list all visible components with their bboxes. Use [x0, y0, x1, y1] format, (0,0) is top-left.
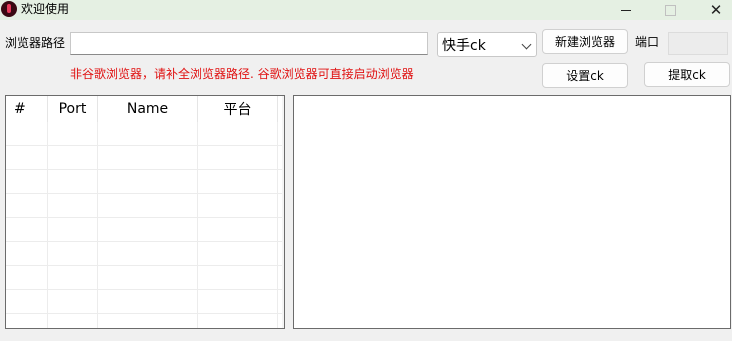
table-cell	[98, 266, 198, 290]
table-cell	[48, 314, 98, 328]
app-icon	[1, 1, 17, 17]
table-row[interactable]	[6, 290, 282, 314]
maximize-icon	[664, 4, 676, 16]
table-scrollbar[interactable]	[282, 96, 284, 328]
column-header-port[interactable]: Port	[48, 96, 98, 122]
table-row[interactable]	[6, 218, 282, 242]
window-title: 欢迎使用	[21, 2, 70, 16]
table-cell	[6, 170, 48, 194]
table-cell	[48, 146, 98, 170]
table-cell	[98, 242, 198, 266]
table-cell	[198, 314, 278, 328]
table-cell	[48, 194, 98, 218]
table-cell	[198, 218, 278, 242]
column-header-platform[interactable]: 平台	[198, 96, 278, 122]
table-cell	[6, 146, 48, 170]
table-cell	[6, 218, 48, 242]
table-cell	[6, 266, 48, 290]
table-cell	[6, 242, 48, 266]
table-row[interactable]	[6, 266, 282, 290]
table-cell	[98, 218, 198, 242]
table-cell	[98, 170, 198, 194]
table-cell	[98, 146, 198, 170]
table-cell	[48, 266, 98, 290]
maximize-button[interactable]	[648, 0, 692, 20]
table-cell	[48, 290, 98, 314]
table-cell	[198, 266, 278, 290]
close-icon: ✕	[709, 0, 723, 19]
table-row[interactable]	[6, 314, 282, 328]
table-cell	[48, 242, 98, 266]
set-ck-button[interactable]: 设置ck	[542, 63, 628, 88]
column-header-name[interactable]: Name	[98, 96, 198, 122]
extract-ck-button[interactable]: 提取ck	[644, 62, 730, 87]
minimize-icon	[621, 9, 631, 11]
port-input[interactable]	[668, 32, 728, 55]
port-label: 端口	[635, 35, 660, 49]
table-cell	[198, 290, 278, 314]
table-cell	[6, 314, 48, 328]
table-cell	[198, 170, 278, 194]
table-cell	[6, 122, 48, 146]
output-panel[interactable]	[293, 95, 731, 329]
browser-table[interactable]: # Port Name 平台	[5, 95, 285, 329]
browser-path-label: 浏览器路径	[5, 36, 66, 50]
table-cell	[48, 218, 98, 242]
table-cell	[98, 314, 198, 328]
table-cell	[198, 242, 278, 266]
warning-text: 非谷歌浏览器，请补全浏览器路径. 谷歌浏览器可直接启动浏览器	[70, 67, 414, 81]
table-cell	[48, 170, 98, 194]
close-button[interactable]: ✕	[694, 0, 732, 20]
column-header-index[interactable]: #	[6, 96, 48, 122]
table-row[interactable]	[6, 242, 282, 266]
status-strip	[0, 330, 732, 341]
table-row[interactable]	[6, 170, 282, 194]
table-cell	[198, 194, 278, 218]
table-cell	[98, 122, 198, 146]
table-row[interactable]	[6, 194, 282, 218]
table-row[interactable]	[6, 122, 282, 146]
browser-path-input[interactable]	[70, 32, 428, 55]
table-cell	[98, 290, 198, 314]
table-cell	[98, 194, 198, 218]
platform-select[interactable]: 快手ck	[437, 32, 537, 57]
table-cell	[198, 122, 278, 146]
new-browser-button[interactable]: 新建浏览器	[542, 29, 628, 54]
minimize-button[interactable]	[604, 0, 648, 20]
table-cell	[198, 146, 278, 170]
table-cell	[48, 122, 98, 146]
table-cell	[6, 290, 48, 314]
table-cell	[6, 194, 48, 218]
chevron-down-icon	[521, 39, 532, 50]
table-row[interactable]	[6, 146, 282, 170]
platform-select-value: 快手ck	[442, 37, 486, 54]
